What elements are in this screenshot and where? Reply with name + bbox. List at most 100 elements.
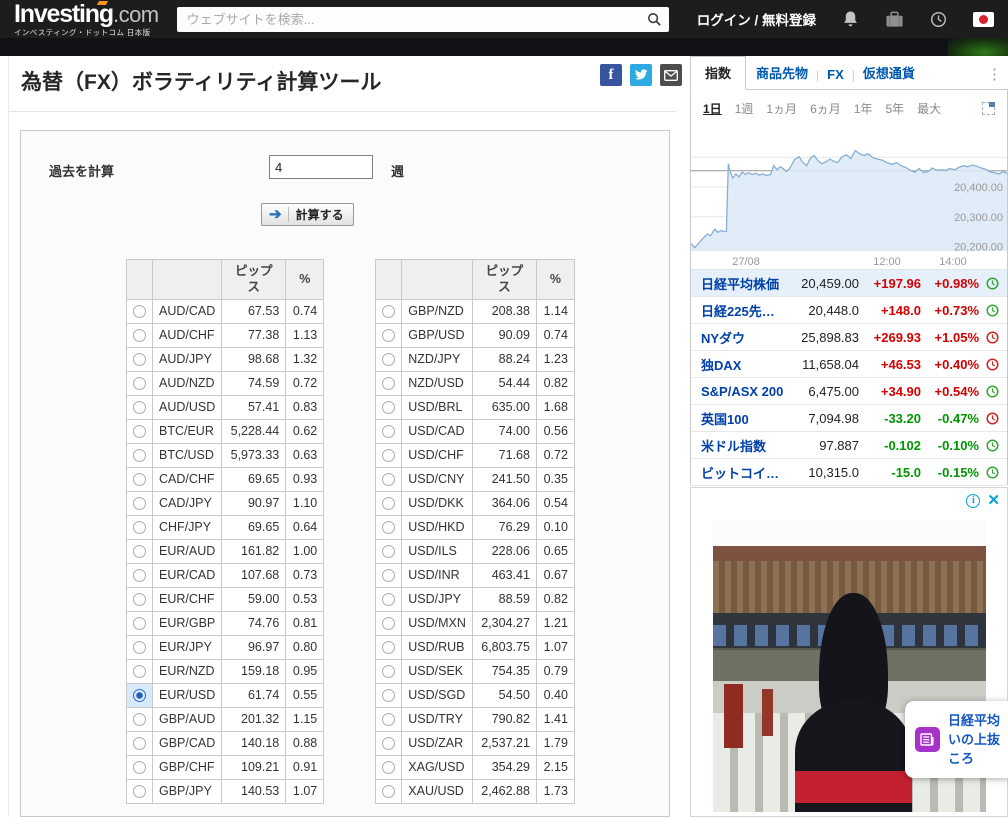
period-unit-label: 週 [391, 161, 404, 180]
logo-tld: .com [113, 4, 159, 26]
quote-row[interactable]: S&P/ASX 2006,475.00+34.90+0.54% [691, 378, 1007, 405]
calculate-button[interactable]: ➔ 計算する [261, 203, 354, 226]
email-icon[interactable] [660, 64, 682, 86]
pair-radio-AUD/USD[interactable] [133, 401, 146, 414]
volatility-table-left: ピップス%AUD/CAD67.530.74AUD/CHF77.381.13AUD… [126, 259, 324, 804]
pair-radio-USD/CNY[interactable] [382, 473, 395, 486]
pair-radio-USD/ILS[interactable] [382, 545, 395, 558]
pair-radio-GBP/CHF[interactable] [133, 761, 146, 774]
period-input[interactable] [269, 155, 373, 179]
search-input[interactable] [177, 7, 669, 32]
close-icon[interactable]: ✕ [987, 493, 1000, 508]
range-5年[interactable]: 5年 [885, 100, 904, 117]
facebook-icon[interactable]: f [600, 64, 622, 86]
quote-row[interactable]: ビットコイ…10,315.0-15.0-0.15% [691, 459, 1007, 486]
pair-radio-USD/JPY[interactable] [382, 593, 395, 606]
quote-row[interactable]: 日経225先…20,448.0+148.0+0.73% [691, 297, 1007, 324]
quote-name[interactable]: 日経225先… [701, 301, 787, 320]
pair-radio-NZD/USD[interactable] [382, 377, 395, 390]
pair-radio-CAD/CHF[interactable] [133, 473, 146, 486]
login-signup-link[interactable]: ログイン / 無料登録 [697, 9, 816, 29]
quote-row[interactable]: 英国1007,094.98-33.20-0.47% [691, 405, 1007, 432]
pair-radio-USD/TRY[interactable] [382, 713, 395, 726]
pair-radio-EUR/GBP[interactable] [133, 617, 146, 630]
news-notification-popup[interactable]: 日経平均いの上抜ころ [905, 701, 1008, 778]
pair-pips: 635.00 [472, 395, 536, 419]
pair-radio-USD/HKD[interactable] [382, 521, 395, 534]
pair-radio-CAD/JPY[interactable] [133, 497, 146, 510]
briefcase-icon[interactable] [885, 11, 904, 28]
pair-radio-EUR/NZD[interactable] [133, 665, 146, 678]
pair-radio-AUD/CHF[interactable] [133, 329, 146, 342]
range-1ヵ月[interactable]: 1ヵ月 [766, 100, 797, 117]
quote-name[interactable]: 英国100 [701, 409, 787, 428]
pair-radio-XAU/USD[interactable] [382, 785, 395, 798]
quote-name[interactable]: ビットコイ… [701, 463, 787, 482]
quote-name[interactable]: 独DAX [701, 355, 787, 374]
range-1日[interactable]: 1日 [703, 100, 722, 117]
pair-radio-BTC/EUR[interactable] [133, 425, 146, 438]
quote-name[interactable]: NYダウ [701, 328, 787, 347]
pair-radio-CHF/JPY[interactable] [133, 521, 146, 534]
quote-name[interactable]: 米ドル指数 [701, 436, 787, 455]
pair-radio-GBP/CAD[interactable] [133, 737, 146, 750]
investing-logo[interactable]: Investing.com インベスティング・ドットコム 日本版 [14, 2, 159, 37]
pair-radio-USD/SGD[interactable] [382, 689, 395, 702]
pair-pips: 69.65 [222, 515, 286, 539]
pair-radio-EUR/CAD[interactable] [133, 569, 146, 582]
pair-radio-EUR/CHF[interactable] [133, 593, 146, 606]
index-chart[interactable]: 20,400.0020,300.0020,200.0027/0812:0014:… [691, 125, 1007, 269]
quote-row[interactable]: 米ドル指数97.887-0.102-0.10% [691, 432, 1007, 459]
index-quotes-list: 日経平均株価20,459.00+197.96+0.98%日経225先…20,44… [691, 269, 1007, 486]
range-1年[interactable]: 1年 [854, 100, 873, 117]
magnifier-icon[interactable] [645, 10, 665, 30]
pair-radio-GBP/NZD[interactable] [382, 305, 395, 318]
tab-FX[interactable]: FX [817, 61, 854, 89]
pair-radio-USD/INR[interactable] [382, 569, 395, 582]
tab-指数[interactable]: 指数 [690, 56, 746, 90]
pair-radio-AUD/JPY[interactable] [133, 353, 146, 366]
pair-row: USD/CHF71.680.72 [376, 443, 575, 467]
pair-radio-BTC/USD[interactable] [133, 449, 146, 462]
range-1週[interactable]: 1週 [735, 100, 754, 117]
pair-radio-EUR/USD[interactable] [133, 689, 146, 702]
tab-仮想通貨[interactable]: 仮想通貨 [853, 57, 925, 89]
pair-radio-AUD/NZD[interactable] [133, 377, 146, 390]
pair-pct: 1.23 [536, 347, 574, 371]
quote-name[interactable]: 日経平均株価 [701, 274, 787, 293]
pair-radio-EUR/JPY[interactable] [133, 641, 146, 654]
range-最大[interactable]: 最大 [917, 100, 941, 117]
quote-row[interactable]: 日経平均株価20,459.00+197.96+0.98% [691, 270, 1007, 297]
expand-icon[interactable] [982, 102, 995, 115]
pair-radio-USD/CHF[interactable] [382, 449, 395, 462]
range-6ヵ月[interactable]: 6ヵ月 [810, 100, 841, 117]
adchoices-info-icon[interactable]: i [966, 494, 980, 508]
quote-row[interactable]: NYダウ25,898.83+269.93+1.05% [691, 324, 1007, 351]
pair-radio-USD/SEK[interactable] [382, 665, 395, 678]
pair-radio-USD/ZAR[interactable] [382, 737, 395, 750]
bell-icon[interactable] [842, 10, 859, 28]
market-clock-icon [979, 412, 999, 425]
pair-label: GBP/JPY [153, 779, 222, 803]
pair-label: BTC/EUR [153, 419, 222, 443]
pair-radio-USD/CAD[interactable] [382, 425, 395, 438]
tab-商品先物[interactable]: 商品先物 [746, 57, 818, 89]
quote-row[interactable]: 独DAX11,658.04+46.53+0.40% [691, 351, 1007, 378]
pair-radio-USD/BRL[interactable] [382, 401, 395, 414]
pair-pct: 0.80 [286, 635, 324, 659]
pair-radio-NZD/JPY[interactable] [382, 353, 395, 366]
clock-icon[interactable] [930, 11, 947, 28]
pair-radio-USD/MXN[interactable] [382, 617, 395, 630]
pair-radio-XAG/USD[interactable] [382, 761, 395, 774]
japan-flag-icon[interactable] [973, 12, 994, 27]
pair-radio-USD/RUB[interactable] [382, 641, 395, 654]
pair-radio-GBP/AUD[interactable] [133, 713, 146, 726]
pair-radio-USD/DKK[interactable] [382, 497, 395, 510]
pair-radio-AUD/CAD[interactable] [133, 305, 146, 318]
kebab-menu-icon[interactable]: ⋮ [981, 65, 1008, 89]
pair-radio-GBP/USD[interactable] [382, 329, 395, 342]
quote-name[interactable]: S&P/ASX 200 [701, 384, 787, 399]
pair-radio-EUR/AUD[interactable] [133, 545, 146, 558]
pair-radio-GBP/JPY[interactable] [133, 785, 146, 798]
twitter-icon[interactable] [630, 64, 652, 86]
